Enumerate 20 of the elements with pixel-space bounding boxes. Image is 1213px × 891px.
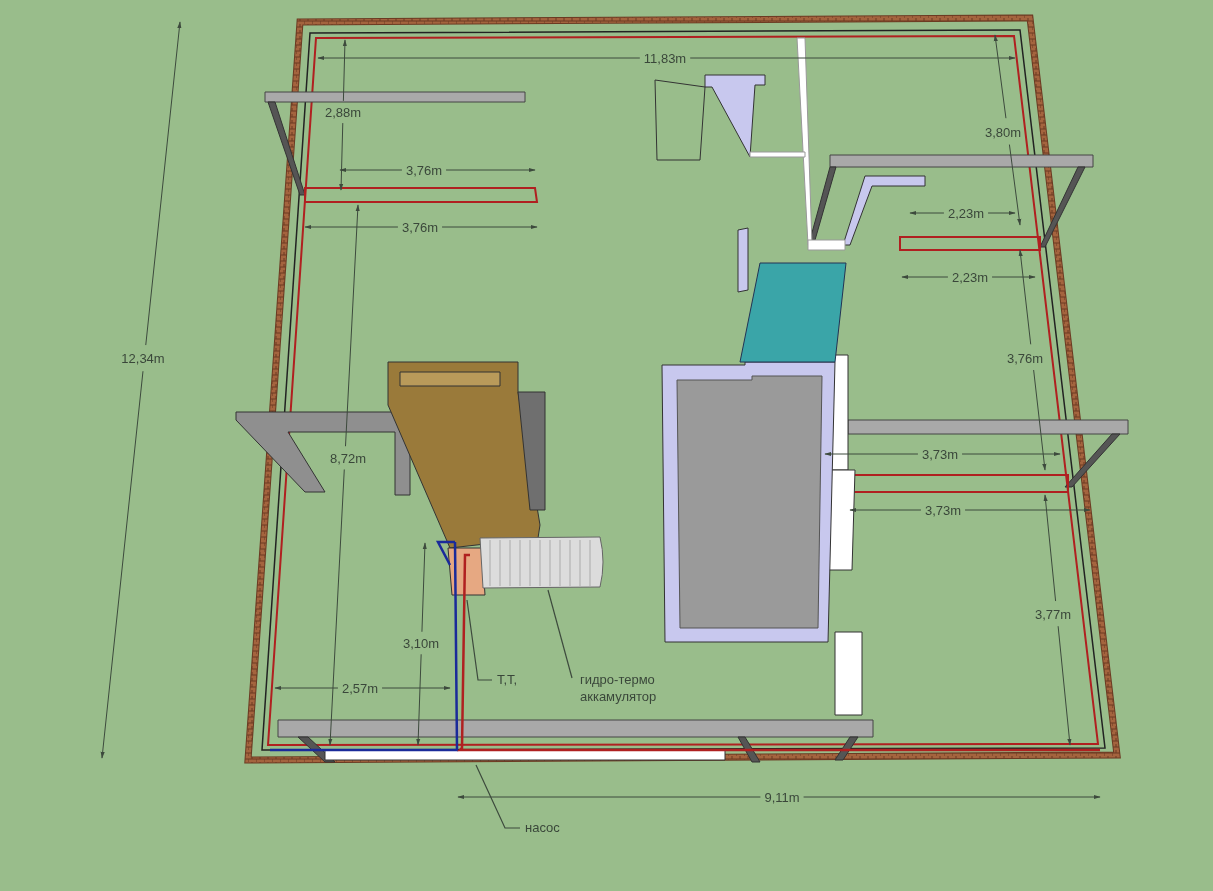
annotation-label: гидро-термо аккамулятор [580, 672, 657, 704]
dimension-label: 12,34m [121, 351, 165, 366]
dimension-label: 3,76m [401, 220, 439, 235]
dimension-label: 2,23m [951, 270, 989, 285]
dimension-label: 3,76m [405, 163, 443, 178]
dimension-label: 11,83m [643, 51, 687, 66]
dimension-label: 9,11m [764, 790, 800, 805]
dimension-label: 3,76m [1006, 351, 1044, 366]
dimension-label: 3,73m [924, 503, 962, 518]
dimension-label: 3,80m [984, 125, 1022, 140]
dimension-label: 2,88m [324, 105, 362, 120]
dimension-label: 2,57m [341, 681, 379, 696]
dimension-label: 2,23m [947, 206, 985, 221]
annotation-label: T,T, [497, 672, 518, 687]
dimension-label: 3,77m [1034, 607, 1072, 622]
dimension-label: 8,72m [329, 451, 367, 466]
leader-line [475, 764, 521, 829]
annotation-label: насос [525, 820, 560, 835]
dimension-label: 3,73m [921, 447, 959, 462]
dimension-label: 3,10m [402, 636, 440, 651]
